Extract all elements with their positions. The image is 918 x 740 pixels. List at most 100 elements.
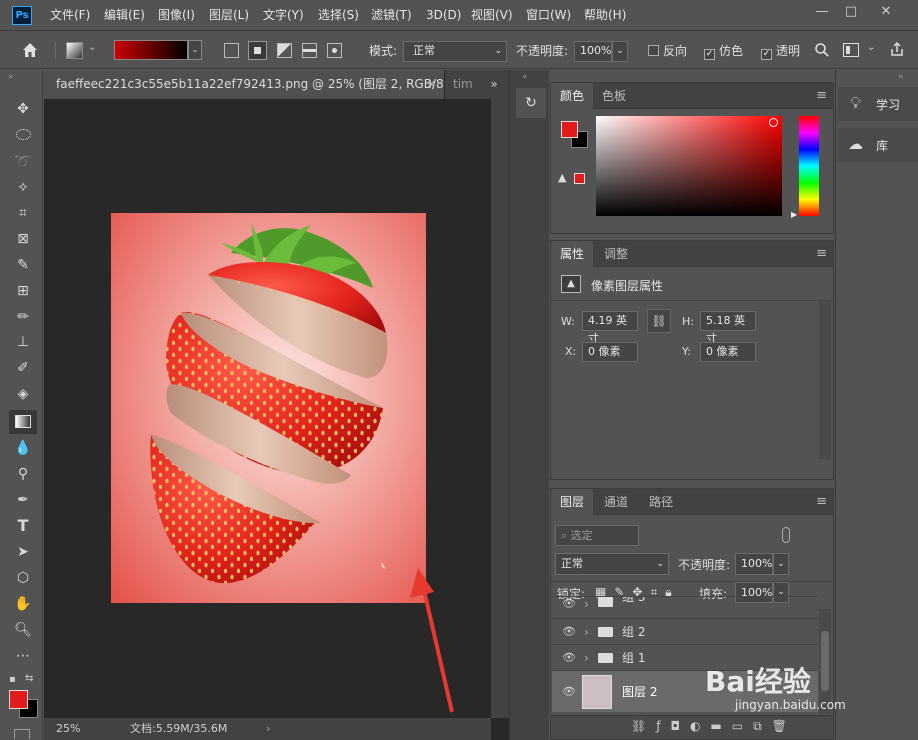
restore-button[interactable]: □ <box>837 2 865 22</box>
color-field[interactable] <box>596 116 782 216</box>
tab-adjustments[interactable]: 调整 <box>595 241 637 267</box>
more-tabs-icon[interactable]: » <box>479 70 509 99</box>
menu-filter[interactable]: 滤镜(T) <box>371 0 412 31</box>
x-input[interactable]: 0 像素 <box>582 342 638 362</box>
dodge-tool-icon[interactable]: ⚲ <box>11 463 35 485</box>
panel-menu-icon[interactable]: ≡ <box>816 83 827 109</box>
document-scrollbar[interactable] <box>491 98 509 718</box>
y-input[interactable]: 0 像素 <box>700 342 756 362</box>
chevron-right-icon[interactable]: › <box>584 597 589 610</box>
hue-slider[interactable] <box>799 116 819 216</box>
document-tab-2[interactable]: tim <box>445 70 479 99</box>
gradient-dropdown-icon[interactable]: ⌄ <box>188 40 202 60</box>
frame-tool-icon[interactable]: ⊠ <box>11 228 35 250</box>
eyedropper-icon[interactable]: ✎ <box>11 254 35 276</box>
transparency-checkbox[interactable]: ✓ 透明 <box>761 41 807 61</box>
foreground-color-swatch[interactable] <box>9 690 28 709</box>
collapse-icon[interactable]: « <box>522 72 528 82</box>
properties-scrollbar[interactable] <box>819 301 831 459</box>
hue-slider-handle[interactable]: ▶ <box>791 210 797 219</box>
chevron-right-icon[interactable]: › <box>584 619 589 645</box>
search-icon[interactable] <box>814 42 830 58</box>
menu-edit[interactable]: 编辑(E) <box>104 0 145 31</box>
eye-icon[interactable]: 👁︎ <box>562 645 578 671</box>
menu-layer[interactable]: 图层(L) <box>209 0 249 31</box>
tab-swatches[interactable]: 色板 <box>593 83 635 109</box>
opacity-input[interactable]: 100% <box>574 41 612 62</box>
reflected-gradient-icon[interactable] <box>302 43 317 58</box>
move-tool-icon[interactable]: ✥ <box>11 98 35 120</box>
lasso-tool-icon[interactable]: ➰ <box>11 151 35 173</box>
chevron-right-icon[interactable]: › <box>266 718 270 740</box>
path-selection-icon[interactable]: ➤ <box>11 541 35 563</box>
diamond-gradient-icon[interactable] <box>327 43 342 58</box>
layer-filter-select[interactable]: ⌕ 选定 <box>555 525 639 546</box>
hand-tool-icon[interactable]: ✋ <box>11 593 35 615</box>
blur-tool-icon[interactable]: 💧 <box>11 437 35 459</box>
document-tab[interactable]: faeffeec221c3c55e5b11a22ef792413.png @ 2… <box>44 70 444 99</box>
layer-row[interactable]: 👁︎ › 组 2 <box>552 618 818 644</box>
angle-gradient-icon[interactable] <box>277 43 292 58</box>
chevron-right-icon[interactable]: › <box>584 645 589 671</box>
eye-icon[interactable]: 👁︎ <box>562 619 578 645</box>
zoom-tool-icon[interactable]: 🔍︎ <box>11 619 35 641</box>
pen-tool-icon[interactable]: ✒ <box>11 489 35 511</box>
filter-toggle-icon[interactable] <box>782 527 790 543</box>
layer-actions-icons[interactable]: ⛓ƒ◘◐▬▭⧉🗑︎ <box>631 719 797 734</box>
opacity-dropdown-icon[interactable]: ⌄ <box>612 41 628 62</box>
history-brush-icon[interactable]: ✐ <box>11 357 35 379</box>
tab-color[interactable]: 颜色 <box>551 83 594 109</box>
canvas-artwork[interactable] <box>111 213 426 603</box>
history-panel-icon[interactable]: ↻ <box>516 88 546 118</box>
tab-layers[interactable]: 图层 <box>551 489 594 515</box>
dither-checkbox[interactable]: ✓ 仿色 <box>704 41 743 61</box>
gradient-tool-preset-icon[interactable] <box>66 42 83 59</box>
linear-gradient-icon[interactable] <box>224 43 239 58</box>
type-tool-icon[interactable]: T <box>11 515 35 537</box>
swap-colors-icon[interactable]: ⇆ <box>25 673 33 684</box>
menu-type[interactable]: 文字(Y) <box>263 0 304 31</box>
eye-icon[interactable]: 👁︎ <box>562 671 578 713</box>
shape-tool-icon[interactable]: ⬡ <box>11 567 35 589</box>
close-tab-icon[interactable]: ✕ <box>427 70 436 99</box>
radial-gradient-icon[interactable] <box>248 41 267 60</box>
gradient-tool-icon[interactable] <box>9 410 37 434</box>
workspace-icon[interactable] <box>843 43 859 57</box>
tab-channels[interactable]: 通道 <box>595 489 637 515</box>
menu-view[interactable]: 视图(V) <box>471 0 513 31</box>
libraries-panel-button[interactable]: ☁︎ 库 <box>838 128 918 162</box>
eraser-tool-icon[interactable]: ◈ <box>11 383 35 405</box>
share-icon[interactable] <box>889 41 905 57</box>
tab-paths[interactable]: 路径 <box>640 489 682 515</box>
marquee-tool-icon[interactable] <box>11 125 35 147</box>
brush-tool-icon[interactable]: ✏ <box>11 306 35 328</box>
menu-window[interactable]: 窗口(W) <box>526 0 571 31</box>
default-colors-icon[interactable]: ▪ <box>9 674 16 685</box>
color-picker-cursor[interactable] <box>769 118 778 127</box>
menu-file[interactable]: 文件(F) <box>50 0 90 31</box>
eye-icon[interactable]: 👁︎ <box>562 597 578 610</box>
chevron-down-icon[interactable]: ⌄ <box>88 42 96 53</box>
width-input[interactable]: 4.19 英寸 <box>582 311 638 345</box>
panel-menu-icon[interactable]: ≡ <box>816 489 827 515</box>
close-button[interactable]: ✕ <box>872 2 900 22</box>
blend-mode-select[interactable]: 正常 ⌄ <box>555 553 669 575</box>
magic-wand-icon[interactable]: ✧ <box>11 177 35 199</box>
more-tools-icon[interactable]: ⋯ <box>11 645 35 667</box>
healing-brush-icon[interactable]: ⊞ <box>11 280 35 302</box>
menu-help[interactable]: 帮助(H) <box>584 0 626 31</box>
gamut-warning-swatch[interactable] <box>574 173 585 184</box>
clone-stamp-icon[interactable]: ⊥ <box>11 331 35 353</box>
zoom-level[interactable]: 25% <box>56 718 80 740</box>
link-icon[interactable]: ⛓ <box>647 309 671 333</box>
opacity-dropdown-icon[interactable]: ⌄ <box>773 553 789 575</box>
menu-3d[interactable]: 3D(D) <box>426 0 461 31</box>
menu-image[interactable]: 图像(I) <box>158 0 195 31</box>
panel-menu-icon[interactable]: ≡ <box>816 241 827 267</box>
crop-tool-icon[interactable]: ⌗ <box>11 202 35 224</box>
chevron-down-icon[interactable]: ⌄ <box>867 42 875 53</box>
collapse-icon[interactable]: « <box>898 72 904 82</box>
quick-mask-icon[interactable] <box>14 729 30 739</box>
menu-select[interactable]: 选择(S) <box>318 0 359 31</box>
height-input[interactable]: 5.18 英寸 <box>700 311 756 345</box>
